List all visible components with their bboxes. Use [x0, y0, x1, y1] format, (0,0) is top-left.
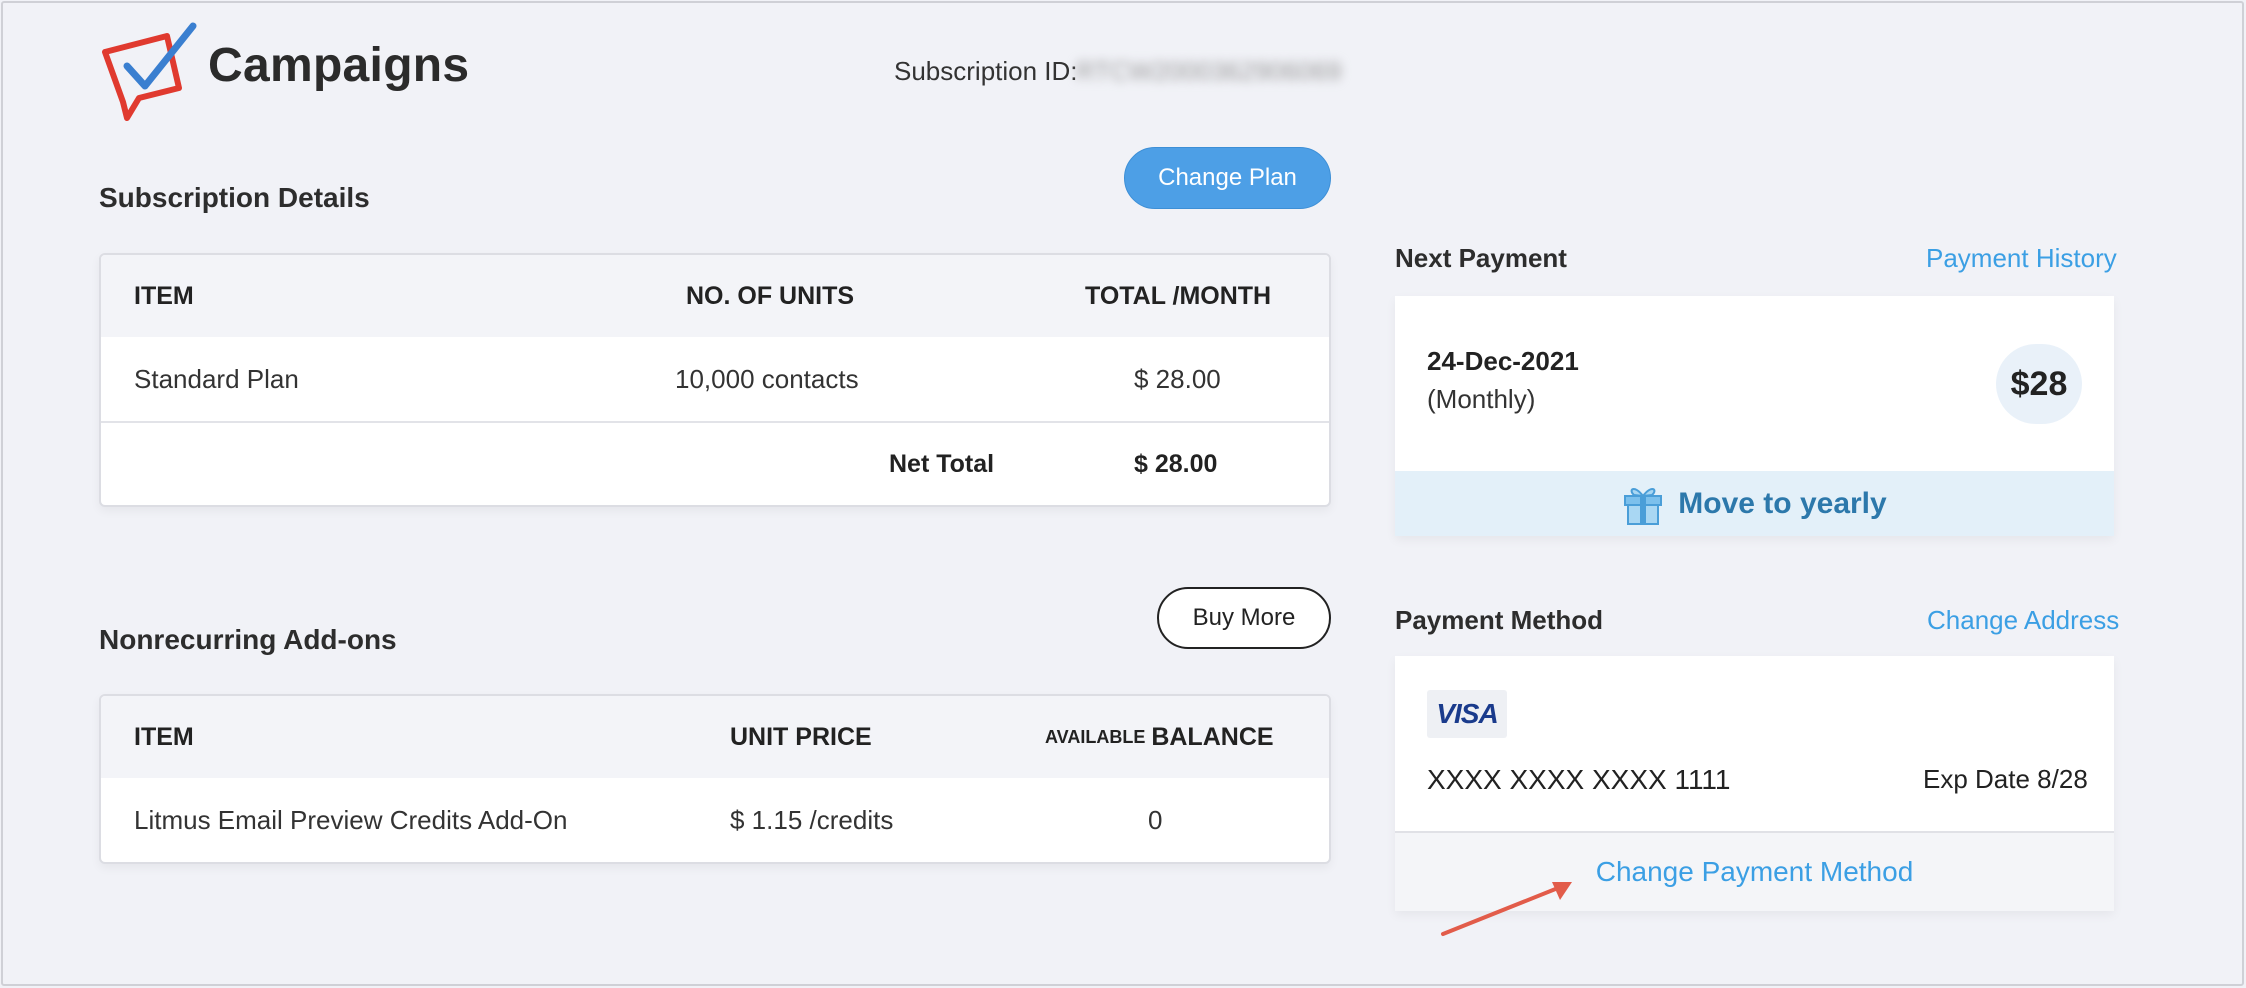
payment-method-card: VISA XXXX XXXX XXXX 1111 Exp Date 8/28 C… [1395, 656, 2114, 911]
next-payment-card: 24-Dec-2021 (Monthly) $28 Move to yearly [1395, 296, 2114, 536]
table-header-row: ITEM NO. OF UNITS TOTAL /MONTH [101, 255, 1329, 337]
net-total-row: Net Total $ 28.00 [101, 421, 1329, 505]
change-plan-button[interactable]: Change Plan [1124, 147, 1331, 209]
brand-title: Campaigns [208, 39, 470, 92]
net-total-value: $ 28.00 [1134, 449, 1218, 478]
move-to-yearly-label: Move to yearly [1678, 486, 1887, 520]
visa-card-icon: VISA [1427, 690, 1507, 738]
change-address-link[interactable]: Change Address [1927, 605, 2119, 636]
column-header-item: ITEM [134, 281, 194, 310]
column-header-units: NO. OF UNITS [686, 281, 855, 310]
balance-prefix: AVAILABLE [1045, 726, 1146, 747]
row-item: Standard Plan [134, 363, 299, 394]
campaigns-logo-icon [97, 22, 201, 122]
payment-method-title: Payment Method [1395, 605, 1604, 635]
table-row: Standard Plan 10,000 contacts $ 28.00 [101, 337, 1329, 421]
balance-label: BALANCE [1151, 722, 1274, 751]
subscription-id-label: Subscription ID: [894, 56, 1078, 86]
card-exp-date: Exp Date 8/28 [1923, 764, 2088, 794]
addons-table: ITEM UNIT PRICE AVAILABLE BALANCE Litmus… [99, 694, 1331, 864]
card-number: XXXX XXXX XXXX 1111 [1427, 764, 1731, 795]
row-balance: 0 [1148, 804, 1163, 835]
net-total-label: Net Total [889, 449, 995, 478]
row-total: $ 28.00 [1134, 363, 1221, 394]
payment-history-link[interactable]: Payment History [1926, 243, 2117, 274]
addons-title: Nonrecurring Add-ons [99, 624, 397, 655]
table-row: Litmus Email Preview Credits Add-On $ 1.… [101, 778, 1329, 862]
subscription-id-value: RTCW2000362906069 [1076, 56, 1342, 86]
column-header-item: ITEM [134, 722, 194, 751]
subscription-table: ITEM NO. OF UNITS TOTAL /MONTH Standard … [99, 253, 1331, 507]
buy-more-button[interactable]: Buy More [1157, 587, 1331, 649]
next-payment-title: Next Payment [1395, 243, 1567, 273]
row-unit-price: $ 1.15 /credits [730, 804, 894, 835]
table-header-row: ITEM UNIT PRICE AVAILABLE BALANCE [101, 696, 1329, 778]
next-payment-date: 24-Dec-2021 [1427, 346, 1579, 376]
change-payment-method-link[interactable]: Change Payment Method [1596, 856, 1914, 888]
gift-icon [1622, 482, 1664, 526]
subscription-details-title: Subscription Details [99, 182, 370, 213]
annotation-arrow-icon [1438, 876, 1578, 938]
column-header-unit-price: UNIT PRICE [730, 722, 872, 751]
next-payment-amount: $28 [1996, 344, 2082, 424]
column-header-total: TOTAL /MONTH [1085, 281, 1272, 310]
column-header-balance: AVAILABLE BALANCE [1045, 696, 1274, 778]
row-units: 10,000 contacts [675, 363, 859, 394]
next-payment-frequency: (Monthly) [1427, 384, 1536, 414]
row-item: Litmus Email Preview Credits Add-On [134, 804, 568, 835]
move-to-yearly-button[interactable]: Move to yearly [1395, 471, 2114, 536]
